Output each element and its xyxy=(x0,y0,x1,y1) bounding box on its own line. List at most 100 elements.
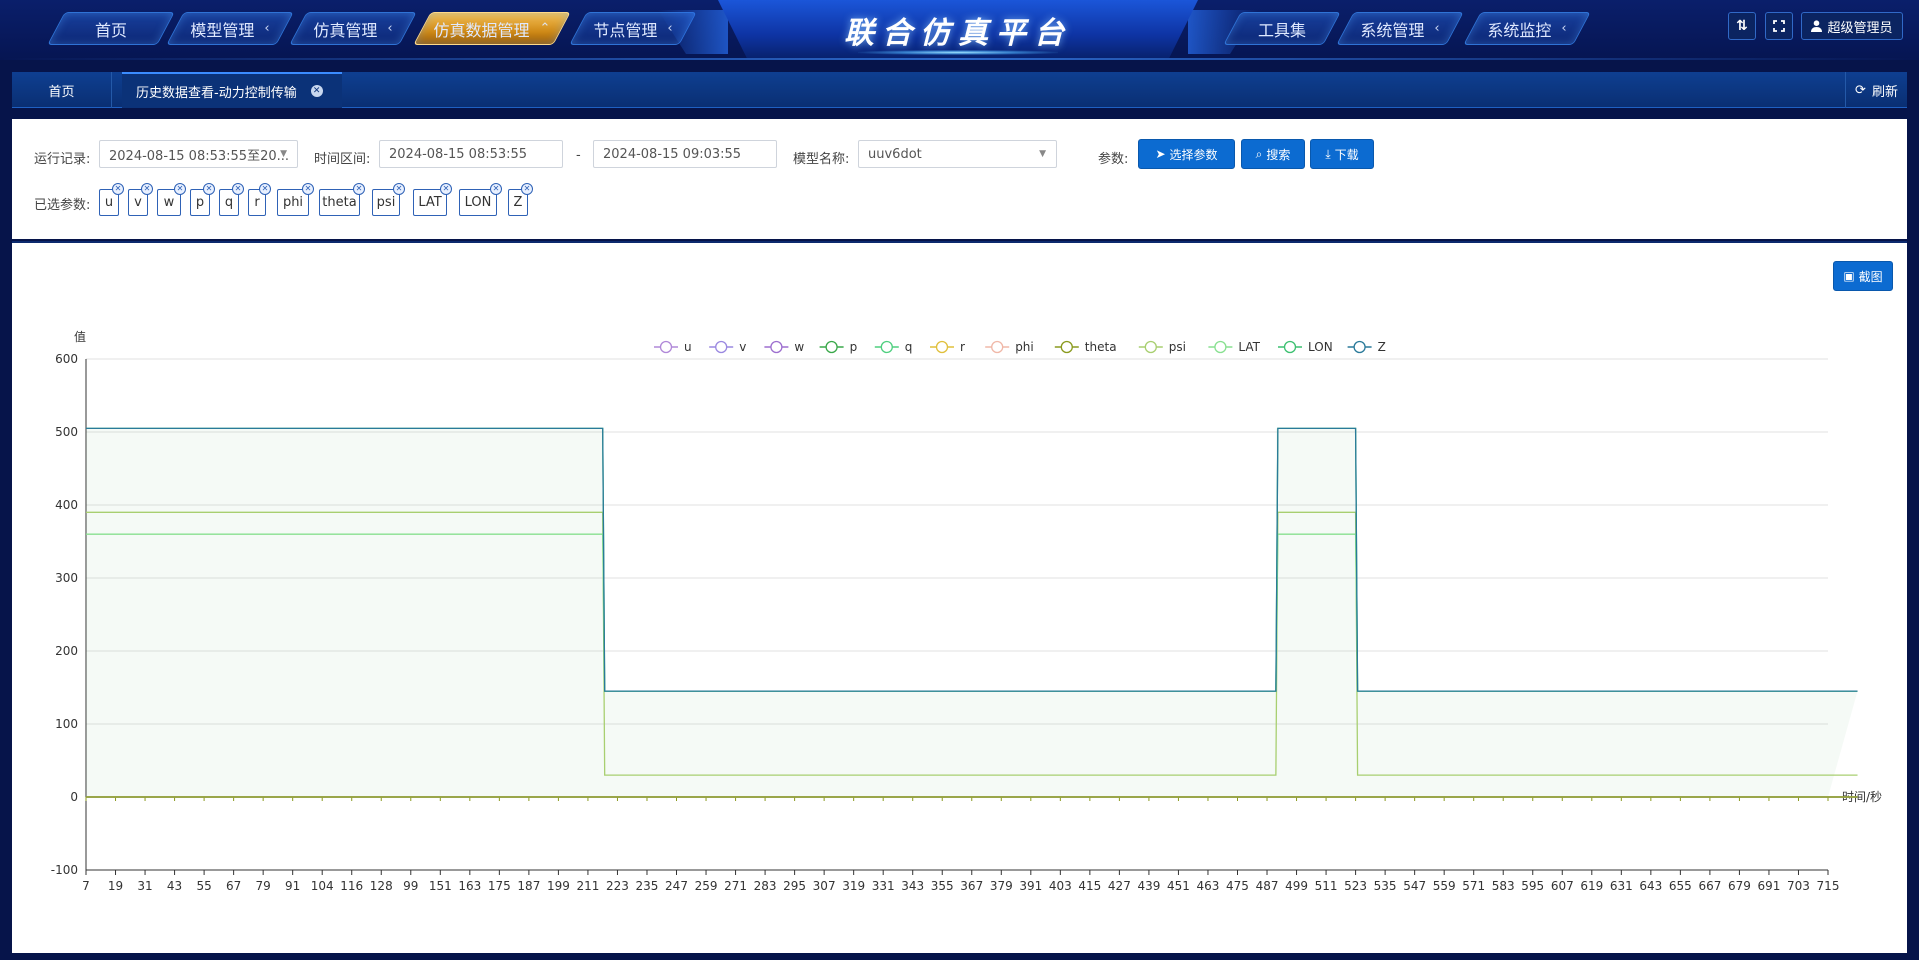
param-chip-lon[interactable]: LON ✕ xyxy=(459,183,502,216)
chevron-up-icon: ⌃ xyxy=(539,21,551,36)
sort-toggle-button[interactable]: ⇅ xyxy=(1728,12,1756,40)
remove-icon[interactable]: ✕ xyxy=(174,183,186,195)
nav-tab-home[interactable]: 首页 xyxy=(47,12,175,45)
nav-tab-simulation-management[interactable]: 仿真管理 ‹ xyxy=(289,12,417,45)
time-end-value: 2024-08-15 09:03:55 xyxy=(603,146,742,162)
x-tick-label: 619 xyxy=(1580,879,1603,893)
time-end-input[interactable]: 2024-08-15 09:03:55 xyxy=(593,140,777,168)
param-chip-label: q xyxy=(224,195,234,210)
search-button[interactable]: ⌕ 搜索 xyxy=(1241,139,1305,169)
model-name-select[interactable]: uuv6dot ▼ xyxy=(858,140,1057,168)
remove-icon[interactable]: ✕ xyxy=(141,183,153,195)
nav-tab-label: 系统管理 xyxy=(1360,20,1425,40)
y-tick-label: 300 xyxy=(55,571,78,585)
remove-icon[interactable]: ✕ xyxy=(490,183,502,195)
param-chip-w[interactable]: w ✕ xyxy=(157,183,186,216)
y-axis-title: 值 xyxy=(74,329,86,344)
x-tick-label: 163 xyxy=(458,879,481,893)
x-tick-label: 343 xyxy=(901,879,924,893)
legend-label-w: w xyxy=(794,340,804,354)
close-icon[interactable]: ✕ xyxy=(310,85,323,97)
x-tick-label: 99 xyxy=(403,879,418,893)
refresh-button[interactable]: ⟳ 刷新 xyxy=(1845,72,1907,108)
param-chip-p[interactable]: p ✕ xyxy=(190,183,215,216)
nav-tab-system-management[interactable]: 系统管理 ‹ xyxy=(1336,12,1464,45)
param-chip-label: u xyxy=(104,195,114,210)
legend-symbol-marker xyxy=(1214,340,1227,354)
nav-tab-simulation-data-management[interactable]: 仿真数据管理 ⌃ xyxy=(413,12,571,45)
x-tick-label: 475 xyxy=(1226,879,1249,893)
x-tick-label: 319 xyxy=(842,879,865,893)
legend-symbol-marker xyxy=(1353,340,1366,354)
select-params-button[interactable]: ➤ 选择参数 xyxy=(1138,139,1235,169)
remove-icon[interactable]: ✕ xyxy=(203,183,215,195)
legend-label-r: r xyxy=(960,340,965,354)
x-tick-label: 643 xyxy=(1639,879,1662,893)
y-tick-label: 400 xyxy=(55,498,78,512)
param-chip-lat[interactable]: LAT ✕ xyxy=(413,183,452,216)
remove-icon[interactable]: ✕ xyxy=(112,183,124,195)
param-chip-theta[interactable]: theta ✕ xyxy=(319,183,365,216)
x-tick-label: 43 xyxy=(167,879,182,893)
chevron-left-icon: ‹ xyxy=(1561,21,1567,36)
search-label: 搜索 xyxy=(1266,147,1291,162)
legend-label-lon: LON xyxy=(1308,340,1333,354)
x-tick-label: 367 xyxy=(960,879,983,893)
remove-icon[interactable]: ✕ xyxy=(393,183,405,195)
param-chip-q[interactable]: q ✕ xyxy=(219,183,244,216)
legend-label-u: u xyxy=(684,340,692,354)
caret-down-icon: ▼ xyxy=(1039,149,1046,159)
remove-icon[interactable]: ✕ xyxy=(353,183,365,195)
x-tick-label: 415 xyxy=(1078,879,1101,893)
x-tick-label: 355 xyxy=(931,879,954,893)
x-tick-label: 151 xyxy=(429,879,452,893)
x-tick-label: 79 xyxy=(256,879,271,893)
legend-symbol-marker xyxy=(659,340,673,354)
param-chip-v[interactable]: v ✕ xyxy=(128,183,153,216)
param-chip-r[interactable]: r ✕ xyxy=(248,183,271,216)
param-chip-z[interactable]: Z ✕ xyxy=(508,183,533,216)
fullscreen-button[interactable] xyxy=(1765,12,1793,40)
remove-icon[interactable]: ✕ xyxy=(232,183,244,195)
legend-symbol-marker xyxy=(1144,340,1157,354)
nav-tab-system-monitor[interactable]: 系统监控 ‹ xyxy=(1463,12,1591,45)
x-tick-label: 703 xyxy=(1787,879,1810,893)
user-menu-button[interactable]: 超级管理员 xyxy=(1801,12,1903,40)
run-record-select[interactable]: 2024-08-15 08:53:55至20... ▼ xyxy=(99,140,298,168)
nav-tab-toolset[interactable]: 工具集 xyxy=(1223,12,1341,45)
legend-symbol-marker xyxy=(935,340,949,354)
platform-title: 联合仿真平台 xyxy=(844,16,1072,51)
param-chip-label: theta xyxy=(322,195,357,210)
x-tick-label: 691 xyxy=(1757,879,1780,893)
refresh-label: 刷新 xyxy=(1871,84,1898,100)
x-tick-label: 67 xyxy=(226,879,241,893)
remove-icon[interactable]: ✕ xyxy=(521,183,533,195)
download-button[interactable]: ⤓ 下载 xyxy=(1310,139,1374,169)
y-tick-label: 0 xyxy=(70,790,78,804)
model-name-value: uuv6dot xyxy=(868,146,922,162)
user-icon xyxy=(1811,20,1823,32)
nav-tab-model-management[interactable]: 模型管理 ‹ xyxy=(166,12,294,45)
tab-history-data-view[interactable]: 历史数据查看-动力控制传输 ✕ xyxy=(122,72,342,108)
nav-tab-label: 首页 xyxy=(94,20,127,40)
legend-symbol-marker xyxy=(715,340,728,354)
legend-label-p: p xyxy=(850,340,858,354)
x-tick-label: 175 xyxy=(488,879,511,893)
param-chip-u[interactable]: u ✕ xyxy=(99,183,124,216)
remove-icon[interactable]: ✕ xyxy=(440,183,452,195)
x-tick-label: 451 xyxy=(1167,879,1190,893)
x-tick-label: 559 xyxy=(1433,879,1456,893)
remove-icon[interactable]: ✕ xyxy=(259,183,271,195)
param-chip-phi[interactable]: phi ✕ xyxy=(277,183,314,216)
remove-icon[interactable]: ✕ xyxy=(302,183,314,195)
x-tick-label: 31 xyxy=(137,879,152,893)
legend-symbol-marker xyxy=(770,340,783,354)
fullscreen-icon xyxy=(1773,20,1785,32)
time-start-input[interactable]: 2024-08-15 08:53:55 xyxy=(379,140,563,168)
x-tick-label: 223 xyxy=(606,879,629,893)
x-tick-label: 547 xyxy=(1403,879,1426,893)
tab-home[interactable]: 首页 xyxy=(12,72,112,108)
x-tick-label: 499 xyxy=(1285,879,1308,893)
user-name: 超级管理员 xyxy=(1827,20,1893,36)
param-chip-psi[interactable]: psi ✕ xyxy=(372,183,405,216)
